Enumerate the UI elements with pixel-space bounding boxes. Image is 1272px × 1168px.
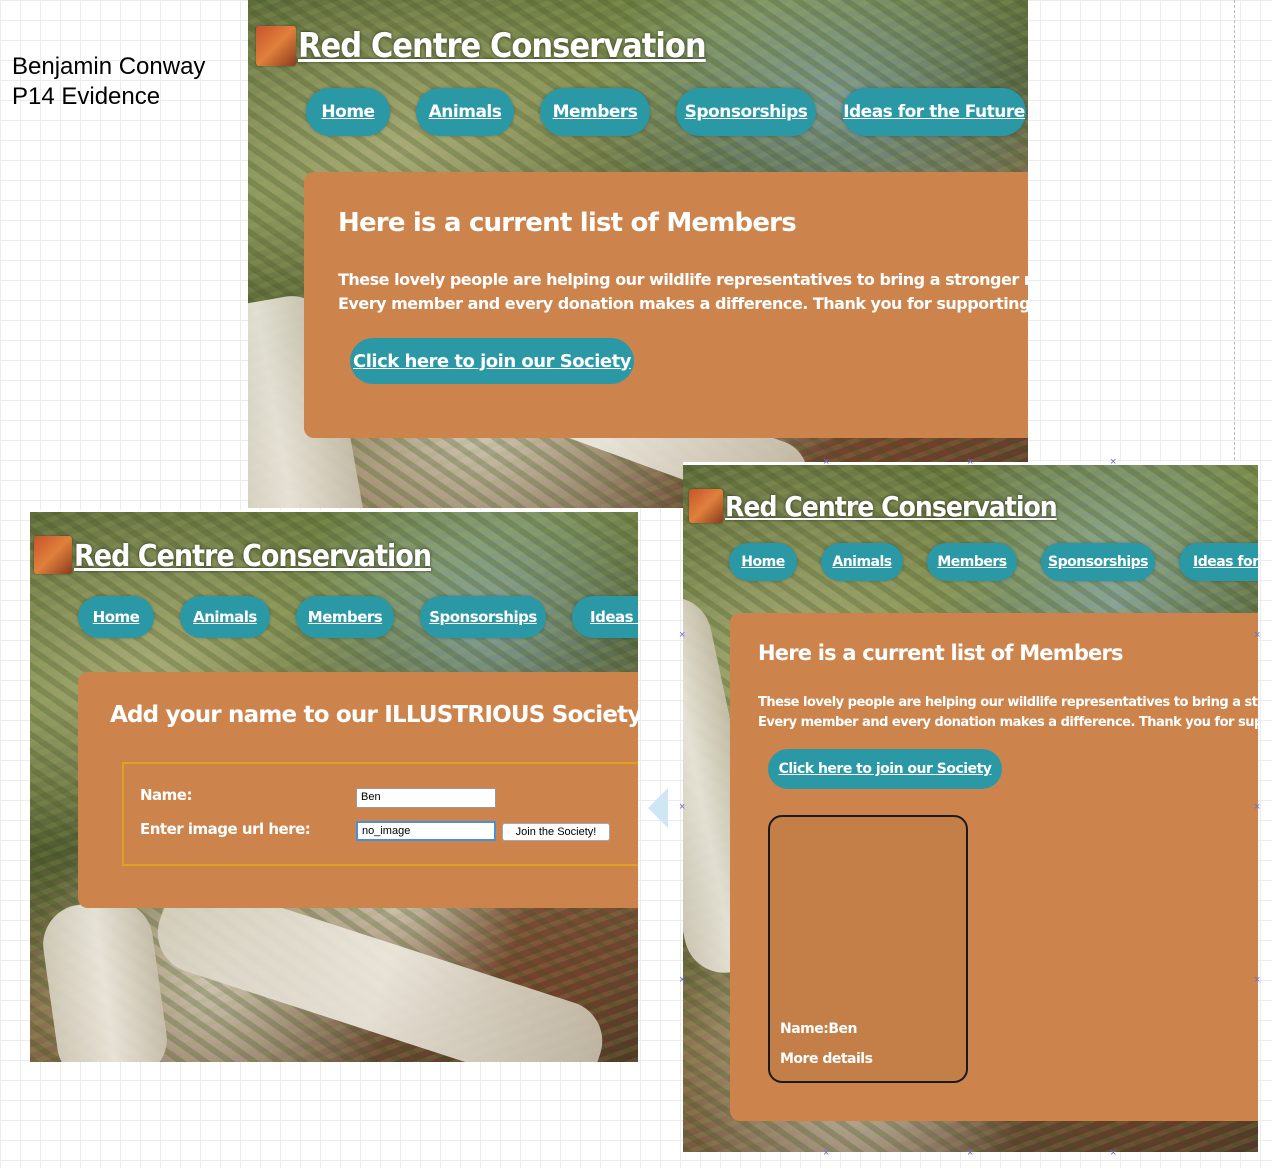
nav-home[interactable]: Home — [306, 88, 390, 136]
image-url-input[interactable]: no_image — [356, 821, 496, 841]
x-handle-icon[interactable]: × — [823, 457, 829, 468]
members-card: Here is a current list of Members These … — [304, 172, 1028, 438]
members-heading: Here is a current list of Members — [758, 641, 1124, 665]
member-card[interactable]: Name:Ben More details — [768, 815, 968, 1083]
x-handle-icon[interactable]: × — [1254, 975, 1260, 986]
site-logo[interactable]: Red Centre Conservation — [34, 536, 432, 574]
x-handle-icon[interactable]: × — [1110, 457, 1116, 468]
join-card: Add your name to our ILLUSTRIOUS Society… — [78, 672, 638, 908]
guide-line — [1234, 0, 1235, 470]
x-handle-icon[interactable]: × — [1254, 802, 1260, 813]
nav-animals[interactable]: Animals — [416, 88, 514, 136]
nav-sponsorships[interactable]: Sponsorships — [1041, 543, 1155, 581]
members-card: Here is a current list of Members These … — [730, 613, 1258, 1121]
member-more-details[interactable]: More details — [780, 1051, 873, 1067]
members-intro-line-2: Every member and every donation makes a … — [758, 715, 1258, 730]
nav-members[interactable]: Members — [927, 543, 1017, 581]
caption-author: Benjamin Conway — [12, 53, 206, 80]
members-intro-line-1: These lovely people are helping our wild… — [338, 270, 1028, 289]
arrow-icon — [648, 788, 668, 828]
evidence-caption: Benjamin Conway P14 Evidence — [12, 52, 205, 112]
screenshot-members-page: Red Centre Conservation Home Animals Mem… — [248, 0, 1028, 508]
join-heading: Add your name to our ILLUSTRIOUS Society — [110, 702, 638, 728]
main-nav: Home Animals Members Sponsorships Ideas … — [78, 596, 638, 638]
nav-members[interactable]: Members — [296, 596, 394, 638]
members-intro-line-2: Every member and every donation makes a … — [338, 294, 1028, 313]
main-nav: Home Animals Members Sponsorships Ideas … — [306, 88, 1026, 136]
screenshot-join-page: Red Centre Conservation Home Animals Mem… — [30, 510, 638, 1062]
members-heading: Here is a current list of Members — [338, 208, 797, 238]
join-society-link[interactable]: Click here to join our Society — [768, 749, 1002, 789]
x-handle-icon[interactable]: × — [967, 457, 973, 468]
red-rock-logo-icon — [256, 26, 296, 66]
nav-animals[interactable]: Animals — [180, 596, 270, 638]
join-form: Name: Ben Enter image url here: no_image… — [122, 762, 638, 866]
name-input[interactable]: Ben — [356, 788, 496, 808]
nav-animals[interactable]: Animals — [821, 543, 903, 581]
site-logo[interactable]: Red Centre Conservation — [256, 26, 707, 66]
red-rock-logo-icon — [34, 536, 72, 574]
site-logo[interactable]: Red Centre Conservation — [689, 489, 1058, 523]
join-society-link[interactable]: Click here to join our Society — [350, 338, 634, 384]
member-name: Name:Ben — [780, 1021, 857, 1037]
nav-ideas[interactable]: Ideas for the Future — [842, 88, 1026, 136]
image-url-label: Enter image url here: — [140, 820, 311, 838]
site-title[interactable]: Red Centre Conservation — [298, 26, 707, 66]
members-intro-line-1: These lovely people are helping our wild… — [758, 695, 1258, 710]
x-handle-icon[interactable]: × — [679, 630, 685, 641]
x-handle-icon[interactable]: × — [823, 1148, 829, 1159]
screenshot-members-list: Red Centre Conservation Home Animals Mem… — [683, 462, 1258, 1152]
nav-ideas[interactable]: Ideas for t — [1179, 543, 1258, 581]
x-handle-icon[interactable]: × — [679, 975, 685, 986]
site-title[interactable]: Red Centre Conservation — [725, 490, 1058, 523]
x-handle-icon[interactable]: × — [967, 1148, 973, 1159]
x-handle-icon[interactable]: × — [679, 802, 685, 813]
nav-sponsorships[interactable]: Sponsorships — [676, 88, 816, 136]
caption-title: P14 Evidence — [12, 83, 161, 110]
nav-home[interactable]: Home — [78, 596, 154, 638]
x-handle-icon[interactable]: × — [1110, 1148, 1116, 1159]
site-title[interactable]: Red Centre Conservation — [74, 539, 432, 574]
name-label: Name: — [140, 786, 192, 804]
nav-sponsorships[interactable]: Sponsorships — [420, 596, 546, 638]
nav-ideas[interactable]: Ideas fo — [572, 596, 638, 638]
nav-home[interactable]: Home — [729, 543, 797, 581]
join-society-button[interactable]: Join the Society! — [502, 823, 610, 841]
red-rock-logo-icon — [689, 489, 723, 523]
x-handle-icon[interactable]: × — [1254, 630, 1260, 641]
nav-members[interactable]: Members — [540, 88, 650, 136]
main-nav: Home Animals Members Sponsorships Ideas … — [729, 543, 1258, 581]
